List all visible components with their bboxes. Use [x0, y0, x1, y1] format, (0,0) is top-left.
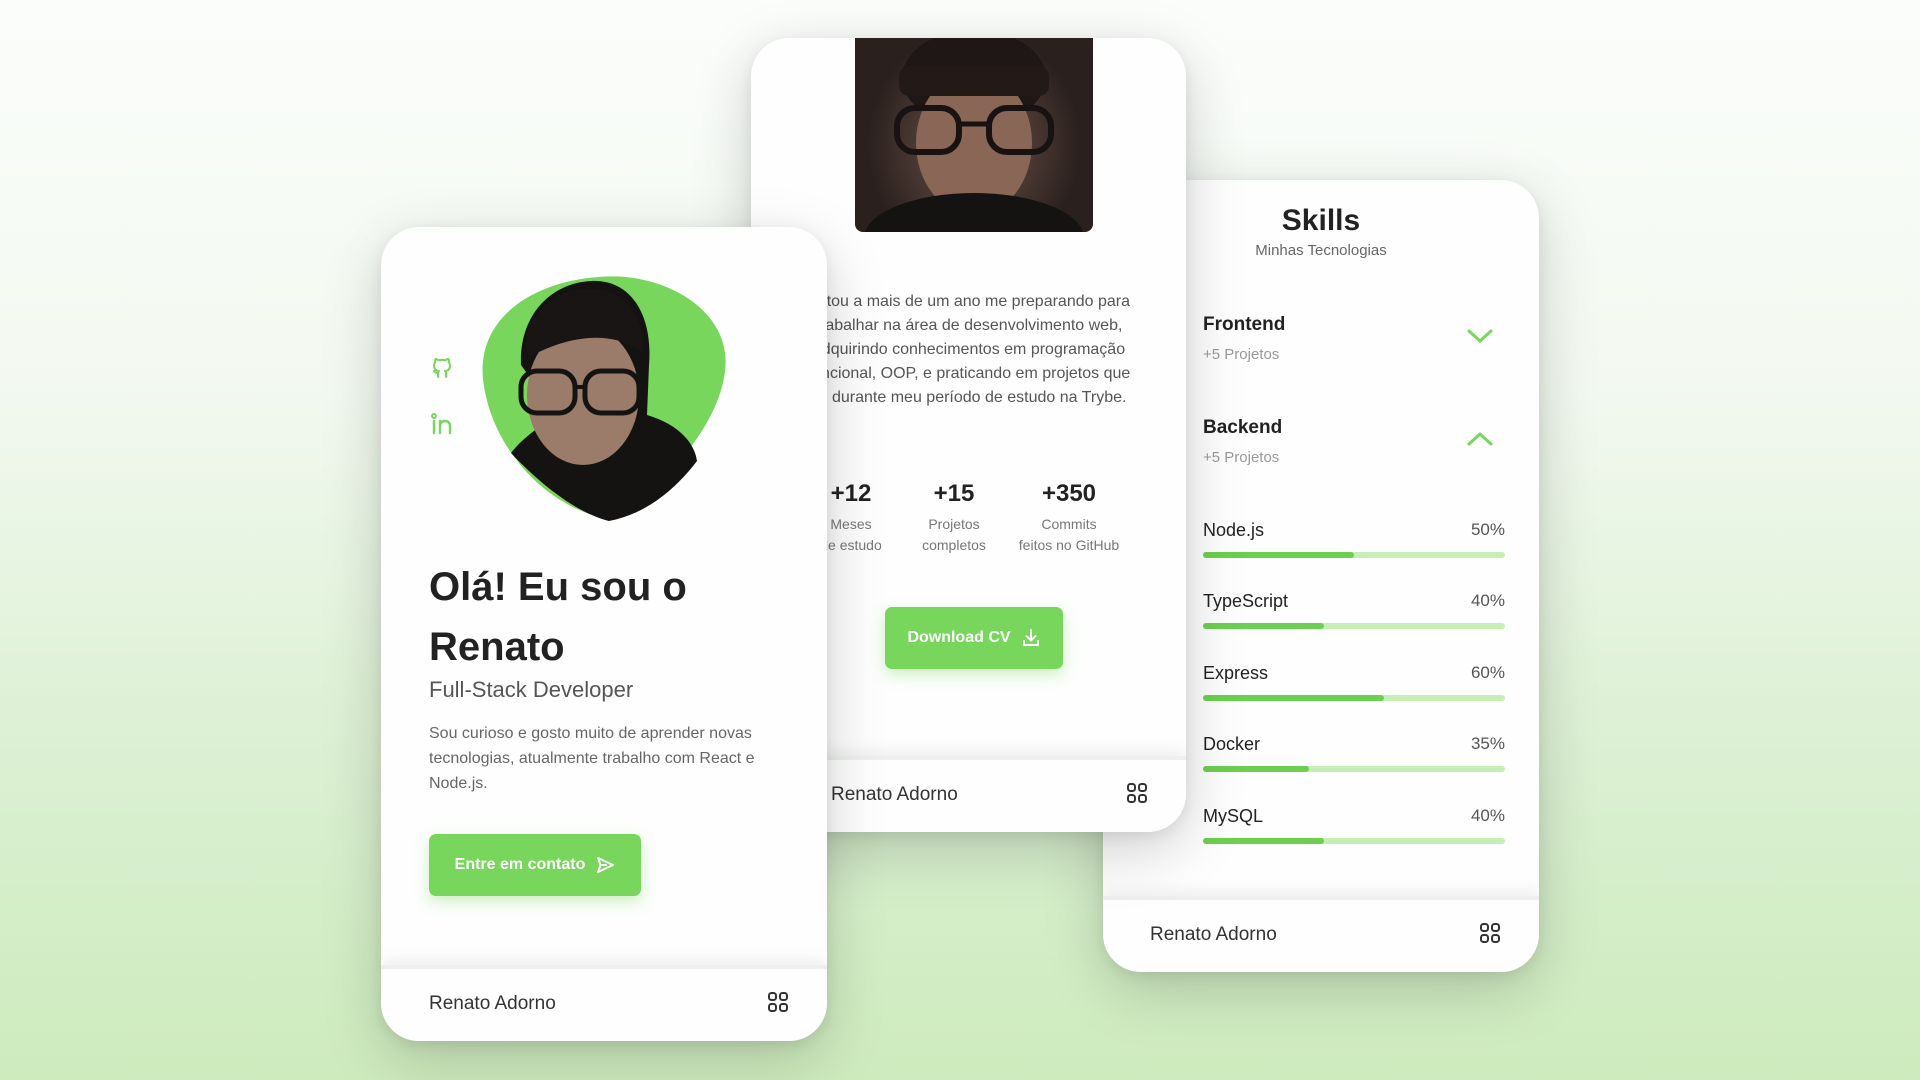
- hero-description: Sou curioso e gosto muito de aprender no…: [429, 725, 755, 792]
- github-icon[interactable]: [429, 355, 455, 381]
- about-description: Estou a mais de um ano me preparando par…: [807, 293, 1131, 406]
- skill-bar-fill: [1203, 695, 1385, 701]
- footer-name[interactable]: Renato Adorno: [1150, 924, 1277, 946]
- grid-menu-icon[interactable]: [1479, 922, 1501, 944]
- skill-bar-fill: [1203, 623, 1324, 629]
- skill-name: MySQL: [1203, 806, 1264, 826]
- skill-name: TypeScript: [1203, 591, 1289, 611]
- skill-bar-track: [1203, 838, 1505, 844]
- accordion-frontend[interactable]: Frontend +5 Projetos: [1203, 314, 1499, 363]
- grid-menu-icon[interactable]: [1126, 782, 1148, 804]
- accordion-title: Frontend: [1203, 314, 1286, 335]
- skill-percent: 50%: [1470, 520, 1505, 539]
- skill-row-mysql: MySQL 40%: [1203, 806, 1505, 846]
- stat-label: Commits feitos no GitHub: [1018, 516, 1120, 553]
- stat-value: +350: [1041, 480, 1097, 507]
- accordion-subtitle: +5 Projetos: [1203, 346, 1280, 363]
- skill-name: Express: [1203, 663, 1269, 683]
- contact-button-label: Entre em contato: [454, 856, 586, 873]
- footer-name[interactable]: Renato Adorno: [429, 993, 556, 1015]
- hero-heading: Olá! Eu sou o Renato: [429, 565, 687, 669]
- skill-bar-fill: [1203, 838, 1324, 844]
- stat-value: +15: [933, 480, 975, 507]
- profile-photo: [855, 38, 1093, 232]
- home-card: Olá! Eu sou o Renato Full-Stack Develope…: [381, 227, 827, 1041]
- skill-bar-fill: [1203, 552, 1354, 558]
- home-footer: Renato Adorno: [381, 965, 827, 1041]
- skill-bar-track: [1203, 766, 1505, 772]
- stat-label: Projetos completos: [922, 516, 986, 553]
- stat-projects: +15 Projetos completos: [909, 480, 999, 556]
- skill-percent: 40%: [1470, 591, 1505, 610]
- skill-percent: 40%: [1470, 806, 1505, 825]
- contact-button[interactable]: Entre em contato: [429, 834, 641, 896]
- skill-bar-fill: [1203, 766, 1309, 772]
- chevron-up-icon[interactable]: [1467, 431, 1493, 447]
- chevron-down-icon[interactable]: [1467, 328, 1493, 344]
- skill-row-express: Express 60%: [1203, 663, 1505, 703]
- skill-percent: 60%: [1470, 663, 1505, 682]
- download-cv-button[interactable]: Download CV: [885, 607, 1063, 669]
- accordion-title: Backend: [1203, 417, 1283, 438]
- footer-name[interactable]: Renato Adorno: [831, 784, 958, 806]
- skill-bar-track: [1203, 552, 1505, 558]
- skills-footer: Renato Adorno: [1103, 896, 1539, 972]
- skill-name: Node.js: [1203, 520, 1265, 540]
- skill-bar-track: [1203, 695, 1505, 701]
- download-icon: [1022, 629, 1039, 646]
- skill-row-nodejs: Node.js 50%: [1203, 520, 1505, 560]
- profile-avatar-blob: [482, 276, 726, 521]
- download-cv-label: Download CV: [907, 629, 1011, 646]
- send-icon: [597, 857, 615, 873]
- accordion-backend[interactable]: Backend +5 Projetos: [1203, 417, 1499, 466]
- skill-percent: 35%: [1470, 734, 1505, 753]
- skill-row-typescript: TypeScript 40%: [1203, 591, 1505, 631]
- skill-bar-track: [1203, 623, 1505, 629]
- accordion-subtitle: +5 Projetos: [1203, 449, 1280, 466]
- stat-commits: +350 Commits feitos no GitHub: [1007, 480, 1131, 556]
- skill-row-docker: Docker 35%: [1203, 734, 1505, 774]
- linkedin-icon[interactable]: [429, 411, 455, 437]
- hero-role: Full-Stack Developer: [429, 677, 634, 702]
- skill-name: Docker: [1203, 734, 1261, 754]
- grid-menu-icon[interactable]: [767, 991, 789, 1013]
